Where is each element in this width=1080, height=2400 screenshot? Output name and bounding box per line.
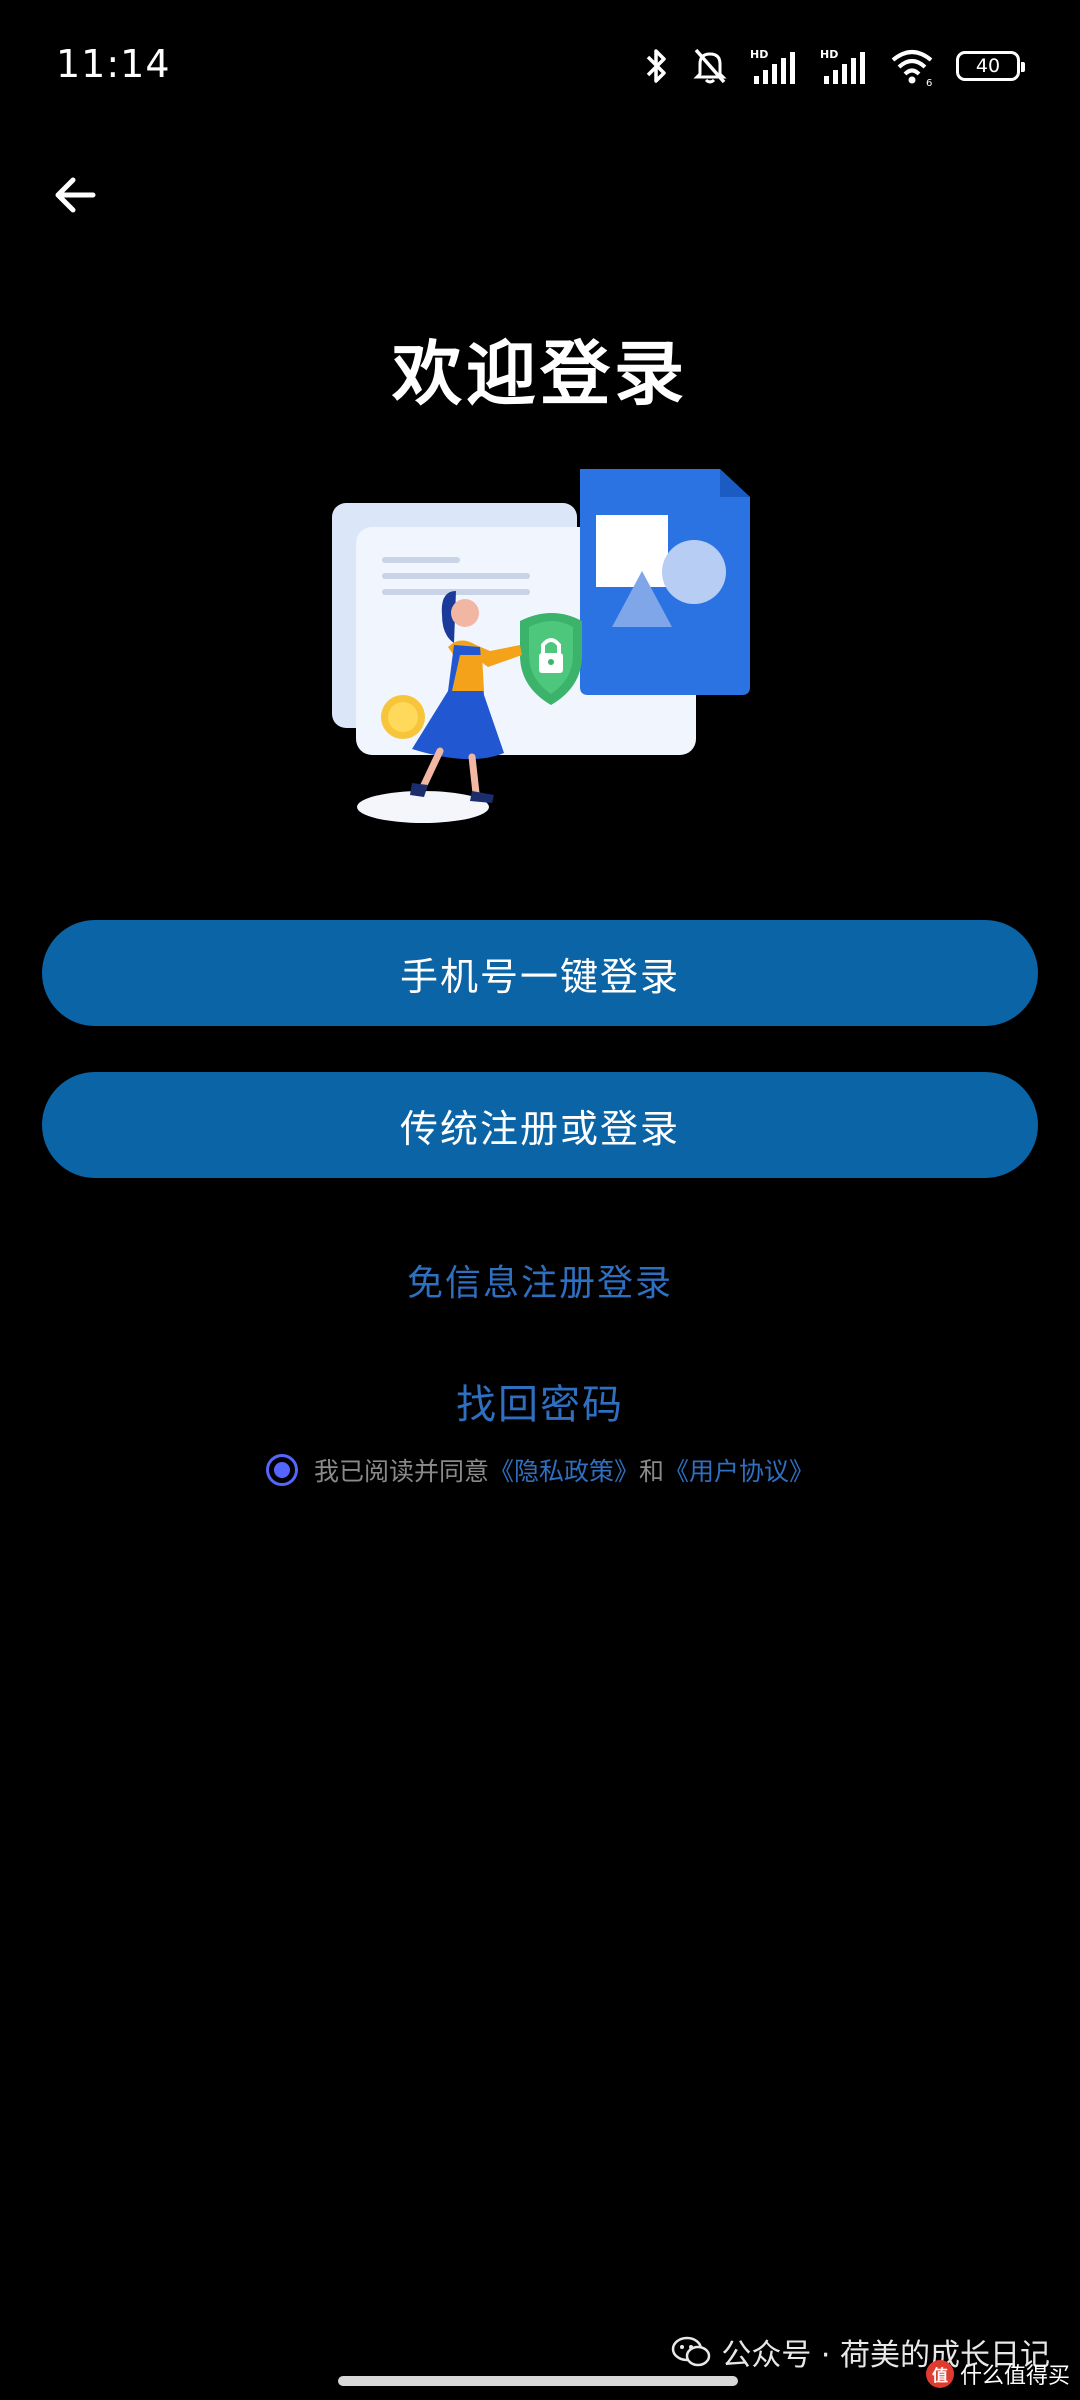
hd-signal-icon: HD <box>820 48 865 84</box>
svg-text:HD: HD <box>820 48 838 61</box>
agreement-prefix: 我已阅读并同意 <box>313 1457 489 1486</box>
traditional-register-login-button[interactable]: 传统注册或登录 <box>42 1072 1038 1178</box>
agreement-row: 我已阅读并同意 《隐私政策》 和 《用户协议》 <box>0 1452 1080 1488</box>
status-icons: HD HD 6 40 <box>642 44 1025 88</box>
phone-one-click-login-button[interactable]: 手机号一键登录 <box>42 920 1038 1026</box>
privacy-policy-link[interactable]: 《隐私政策》 <box>489 1452 639 1488</box>
battery-level: 40 <box>975 55 1001 77</box>
mute-bell-icon <box>693 48 727 84</box>
forgot-password-link[interactable]: 找回密码 <box>0 1372 1080 1430</box>
svg-text:6: 6 <box>926 78 932 86</box>
hd-signal-icon: HD <box>750 48 795 84</box>
status-time: 11:14 <box>56 42 171 86</box>
agreement-radio[interactable] <box>265 1454 298 1486</box>
svg-text:HD: HD <box>750 48 768 61</box>
wifi-icon: 6 <box>891 50 932 86</box>
agreement-connector: 和 <box>639 1457 665 1486</box>
radio-checked-dot <box>273 1462 290 1478</box>
battery-icon: 40 <box>956 51 1025 81</box>
back-button[interactable] <box>40 160 110 230</box>
corner-watermark-text: 什么值得买 <box>959 2364 1070 2389</box>
smzdm-logo-icon: 值 <box>925 2360 954 2388</box>
user-agreement-link[interactable]: 《用户协议》 <box>664 1452 814 1488</box>
home-indicator[interactable] <box>338 2376 738 2386</box>
free-register-link[interactable]: 免信息注册登录 <box>0 1254 1080 1306</box>
wechat-icon <box>672 2336 711 2367</box>
page-title: 欢迎登录 <box>392 333 688 415</box>
arrow-left-icon <box>55 177 96 213</box>
status-bar: 11:14 HD HD 6 40 <box>0 0 1080 130</box>
corner-watermark: 值 什么值得买 <box>925 2358 1070 2390</box>
login-illustration <box>332 469 750 823</box>
bluetooth-icon <box>646 49 666 83</box>
